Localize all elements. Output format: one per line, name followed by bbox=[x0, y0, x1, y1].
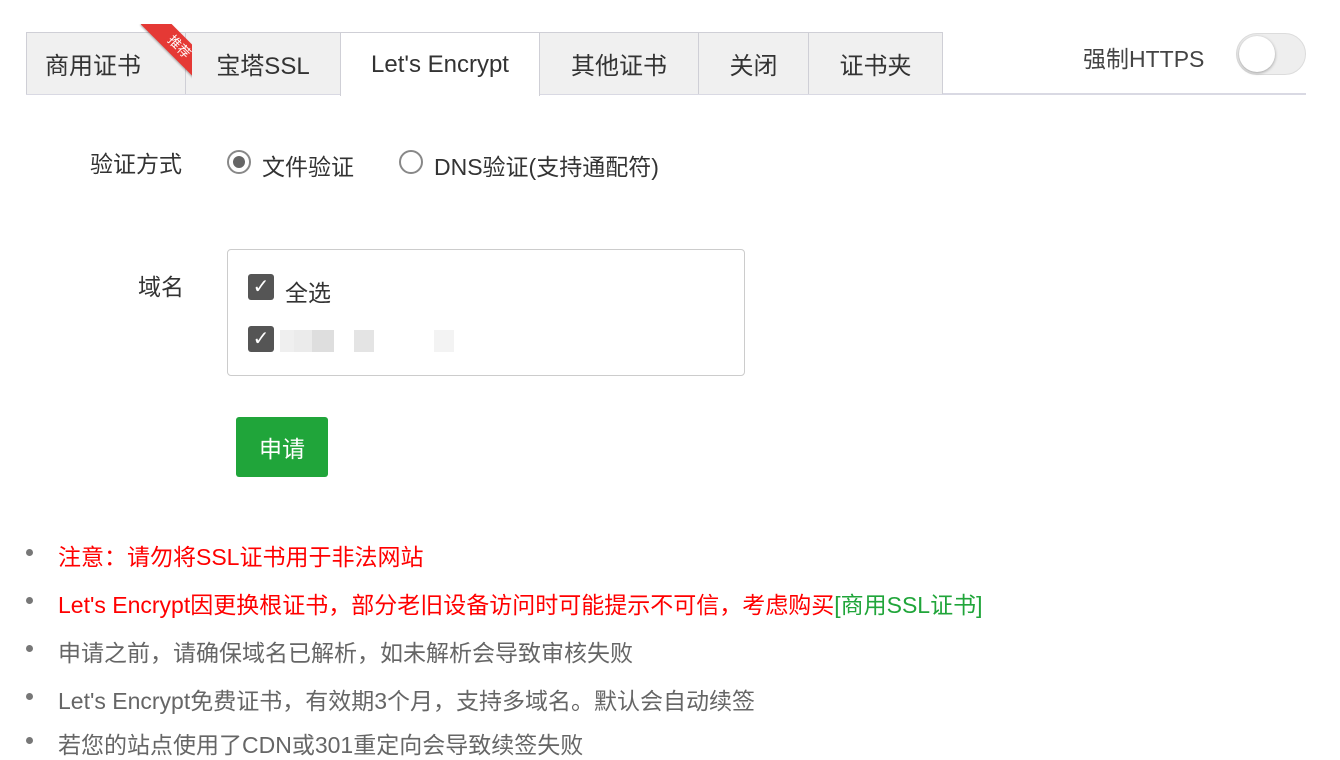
note-text-wrap: Let's Encrypt因更换根证书，部分老旧设备访问时可能提示不可信，考虑购… bbox=[58, 586, 983, 620]
tab-label: 关闭 bbox=[729, 53, 778, 80]
file-verify-label[interactable]: 文件验证 bbox=[262, 148, 354, 182]
tab-baota-ssl[interactable]: 宝塔SSL bbox=[185, 32, 341, 94]
domain-label: 域名 bbox=[138, 274, 184, 300]
tab-close[interactable]: 关闭 bbox=[698, 32, 809, 94]
recommend-ribbon-text: 推荐 bbox=[140, 24, 192, 86]
note-text: Let's Encrypt因更换根证书，部分老旧设备访问时可能提示不可信，考虑购… bbox=[58, 592, 835, 618]
bullet bbox=[26, 737, 33, 744]
bullet bbox=[26, 597, 33, 604]
tab-label: 宝塔SSL bbox=[216, 53, 310, 80]
bullet bbox=[26, 693, 33, 700]
verify-method-label: 验证方式 bbox=[90, 151, 182, 177]
domain-checkbox[interactable]: ✓ bbox=[248, 326, 274, 352]
recommend-ribbon: 推荐 bbox=[118, 24, 192, 94]
tab-lets-encrypt[interactable]: Let's Encrypt bbox=[340, 32, 540, 96]
force-https-toggle[interactable] bbox=[1236, 33, 1306, 75]
note-text: 注意：请勿将SSL证书用于非法网站 bbox=[58, 544, 424, 570]
tab-cert-folder[interactable]: 证书夹 bbox=[808, 32, 943, 94]
dns-verify-label[interactable]: DNS验证(支持通配符) bbox=[434, 148, 659, 182]
file-verify-radio[interactable] bbox=[227, 150, 251, 174]
tab-label: 证书夹 bbox=[839, 53, 912, 80]
tab-other-cert[interactable]: 其他证书 bbox=[539, 32, 699, 94]
apply-button[interactable]: 申请 bbox=[236, 417, 328, 477]
toggle-knob bbox=[1239, 36, 1275, 72]
note-text: 申请之前，请确保域名已解析，如未解析会导致审核失败 bbox=[58, 640, 633, 666]
note-text: 若您的站点使用了CDN或301重定向会导致续签失败 bbox=[58, 732, 584, 758]
domain-list: ✓ 全选 ✓ bbox=[227, 249, 745, 376]
note-text: Let's Encrypt免费证书，有效期3个月，支持多域名。默认会自动续签 bbox=[58, 688, 756, 714]
tab-label: Let's Encrypt bbox=[371, 50, 509, 78]
bullet bbox=[26, 645, 33, 652]
select-all-checkbox[interactable]: ✓ bbox=[248, 274, 274, 300]
bullet bbox=[26, 549, 33, 556]
tab-label: 其他证书 bbox=[571, 53, 667, 80]
commercial-ssl-link[interactable]: [商用SSL证书] bbox=[834, 592, 982, 618]
dns-verify-radio[interactable] bbox=[399, 150, 423, 174]
force-https-label: 强制HTTPS bbox=[1083, 46, 1205, 72]
select-all-label[interactable]: 全选 bbox=[285, 274, 331, 308]
